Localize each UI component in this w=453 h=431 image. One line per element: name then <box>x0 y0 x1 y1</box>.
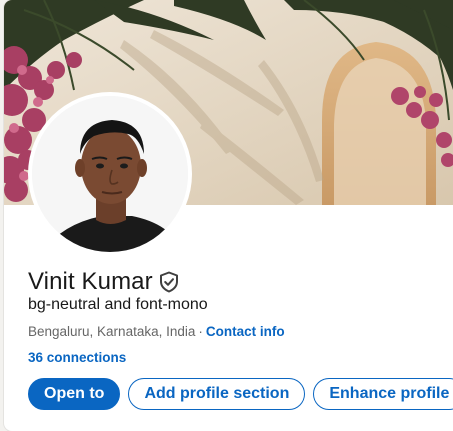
contact-info-link[interactable]: Contact info <box>206 324 285 339</box>
profile-headline: bg-neutral and font-mono <box>28 296 208 313</box>
connections-link[interactable]: 36 connections <box>28 350 126 365</box>
profile-photo-frame[interactable] <box>28 92 192 256</box>
enhance-profile-button[interactable]: Enhance profile <box>313 378 453 410</box>
profile-location: Bengaluru, Karnataka, India <box>28 324 196 339</box>
location-separator: · <box>198 324 203 339</box>
open-to-button[interactable]: Open to <box>28 378 121 410</box>
profile-card: Vinit Kumar bg-neutral and font-mono Ben… <box>4 0 453 431</box>
name-row: Vinit Kumar <box>28 266 179 298</box>
add-profile-section-button[interactable]: Add profile section <box>128 378 306 410</box>
avatar[interactable] <box>32 96 188 252</box>
location-row: Bengaluru, Karnataka, India · Contact info <box>28 324 285 339</box>
profile-actions: Open to Add profile section Enhance prof… <box>28 378 453 410</box>
profile-photo <box>32 96 188 252</box>
shield-check-icon[interactable] <box>159 271 179 293</box>
profile-name: Vinit Kumar <box>28 268 153 295</box>
